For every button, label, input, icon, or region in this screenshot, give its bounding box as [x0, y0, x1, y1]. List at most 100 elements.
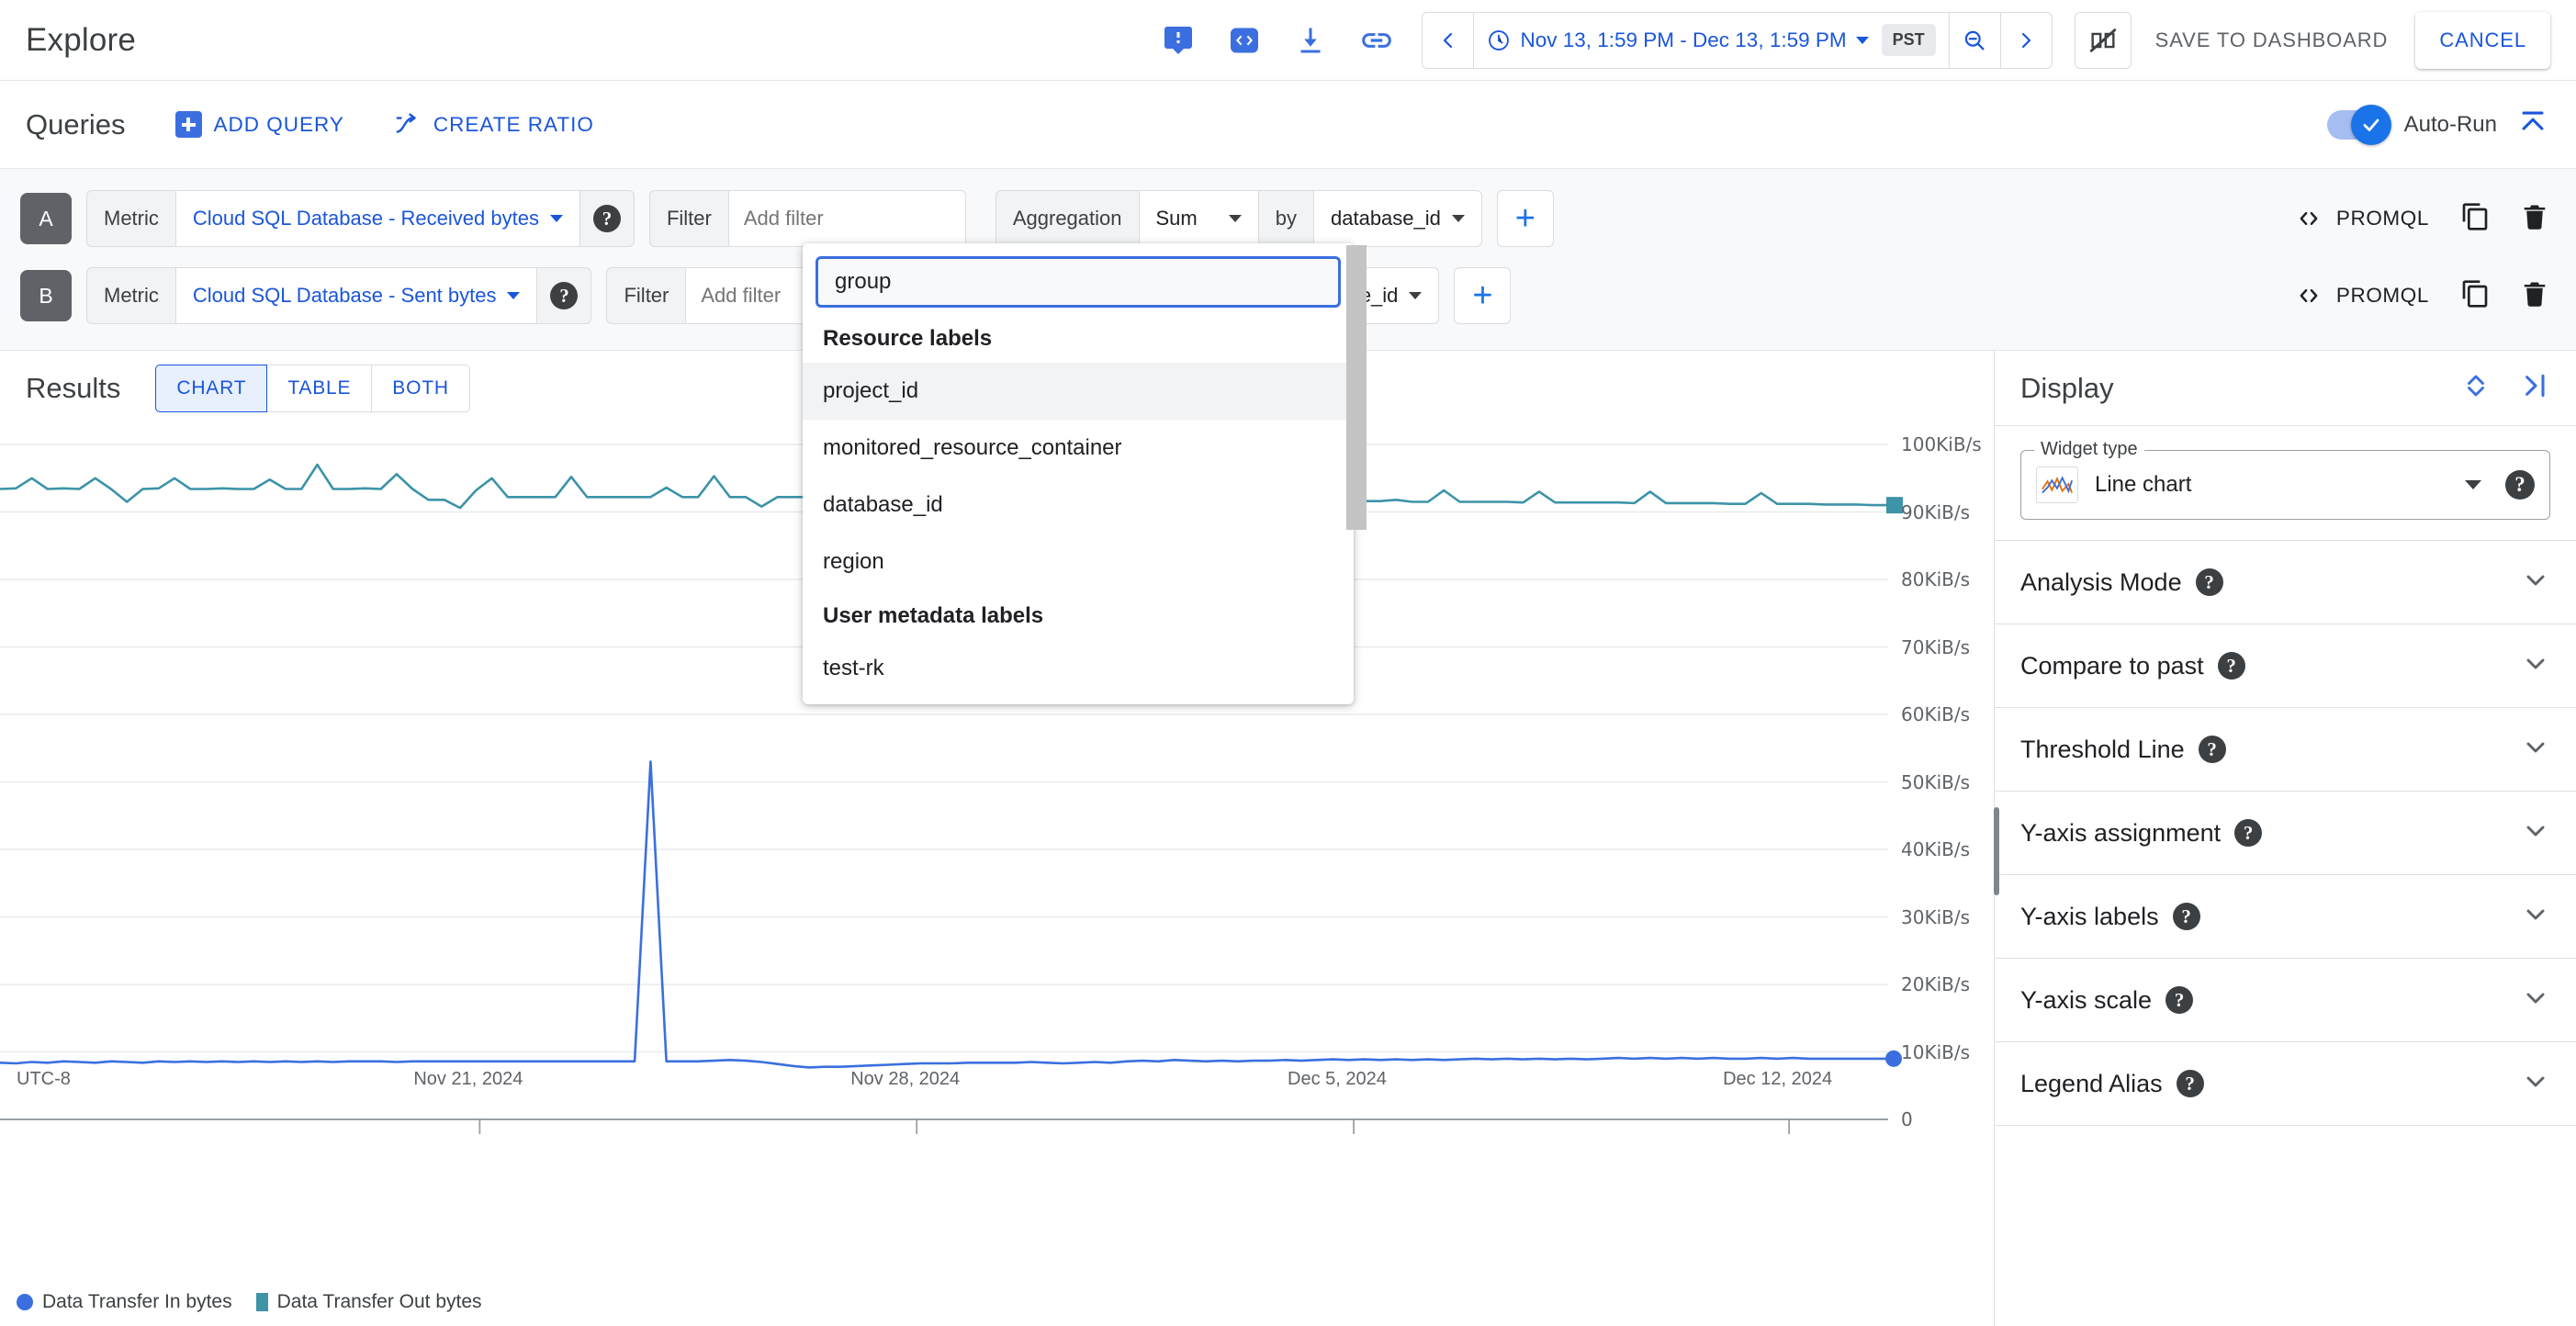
help-icon[interactable]: ?: [592, 205, 621, 232]
promql-button-a[interactable]: PROMQL: [2293, 206, 2429, 231]
topbar-icon-group: [1159, 21, 1396, 60]
filter-dropdown-scrollbar[interactable]: [1346, 245, 1367, 530]
help-icon[interactable]: ?: [2198, 736, 2226, 763]
download-icon[interactable]: [1291, 21, 1330, 60]
legend-item-in[interactable]: Data Transfer In bytes: [17, 1291, 232, 1313]
chevron-down-icon[interactable]: [2521, 983, 2550, 1017]
chevron-down-icon[interactable]: [2521, 816, 2550, 850]
auto-run-toggle[interactable]: [2326, 104, 2391, 145]
disable-sync-icon[interactable]: [2074, 11, 2132, 69]
filter-option-test-rk[interactable]: test-rk: [803, 640, 1354, 697]
help-icon[interactable]: ?: [2217, 652, 2245, 680]
code-brackets-icon: [2300, 211, 2318, 226]
delete-query-icon-a[interactable]: [2521, 202, 2548, 236]
aggregation-select-a[interactable]: Sum: [1139, 190, 1259, 247]
filter-option-project-id[interactable]: project_id: [803, 363, 1354, 420]
query-badge-b[interactable]: B: [20, 270, 72, 321]
queries-title: Queries: [26, 107, 126, 140]
display-section-y-axis-scale[interactable]: Y-axis scale?: [1995, 959, 2576, 1042]
groupby-label-a: by: [1258, 190, 1314, 247]
save-to-dashboard-button[interactable]: SAVE TO DASHBOARD: [2155, 28, 2389, 52]
help-icon[interactable]: ?: [2176, 1070, 2204, 1097]
section-label: Y-axis assignment: [2020, 818, 2222, 847]
close-display-panel-icon[interactable]: [2521, 371, 2550, 405]
delete-query-icon-b[interactable]: [2521, 279, 2548, 313]
chevron-down-icon[interactable]: [2521, 566, 2550, 600]
cancel-button[interactable]: CANCEL: [2415, 11, 2550, 69]
tab-table[interactable]: TABLE: [267, 365, 373, 412]
filter-option-region[interactable]: region: [803, 534, 1354, 590]
display-section-analysis-mode[interactable]: Analysis Mode?: [1995, 541, 2576, 624]
y-tick-label: 0: [1901, 1108, 1913, 1130]
display-scroll-indicator[interactable]: [1994, 807, 1999, 895]
promql-button-b[interactable]: PROMQL: [2293, 283, 2429, 309]
display-section-threshold-line[interactable]: Threshold Line?: [1995, 708, 2576, 792]
filter-autocomplete-value: group: [835, 269, 892, 294]
display-section-y-axis-labels[interactable]: Y-axis labels?: [1995, 875, 2576, 959]
groupby-select-a[interactable]: database_id: [1314, 190, 1482, 247]
top-bar: Explore Nov 13, 1:59 PM - Dec 13, 1:59 P…: [0, 0, 2576, 81]
y-tick-label: 80KiB/s: [1901, 568, 1970, 590]
chevron-down-icon[interactable]: [2521, 649, 2550, 683]
toggle-knob: [2350, 104, 2391, 145]
help-icon[interactable]: ?: [2165, 986, 2194, 1014]
display-section-legend-alias[interactable]: Legend Alias?: [1995, 1042, 2576, 1126]
filter-input-a[interactable]: [728, 190, 966, 247]
filter-autocomplete-input[interactable]: group: [816, 256, 1341, 308]
chevron-down-icon[interactable]: [2521, 1067, 2550, 1101]
x-tick-label: Nov 28, 2024: [850, 1069, 961, 1089]
collapse-queries-icon[interactable]: [2515, 107, 2550, 142]
chart-legend: Data Transfer In bytes Data Transfer Out…: [17, 1291, 482, 1313]
display-section-y-axis-assignment[interactable]: Y-axis assignment?: [1995, 792, 2576, 875]
time-range-next-button[interactable]: [1999, 12, 2052, 68]
filter-option-database-id[interactable]: database_id: [803, 477, 1354, 534]
time-range-picker[interactable]: Nov 13, 1:59 PM - Dec 13, 1:59 PM PST: [1474, 13, 1948, 68]
code-icon[interactable]: [1225, 21, 1264, 60]
results-view-tabs: CHART TABLE BOTH: [155, 365, 470, 412]
metric-select-a[interactable]: Cloud SQL Database - Received bytes: [175, 190, 580, 247]
duplicate-query-icon-a[interactable]: [2460, 202, 2490, 236]
section-label: Analysis Mode: [2020, 567, 2182, 596]
metric-select-b[interactable]: Cloud SQL Database - Sent bytes: [175, 267, 538, 324]
help-icon[interactable]: ?: [2195, 568, 2223, 596]
feedback-icon[interactable]: [1159, 21, 1198, 60]
help-icon[interactable]: ?: [550, 282, 579, 309]
link-icon[interactable]: [1357, 21, 1396, 60]
filter-group-header: User metadata labels: [823, 603, 1044, 628]
query-badge-a[interactable]: A: [20, 193, 72, 244]
create-ratio-button[interactable]: CREATE RATIO: [394, 111, 594, 139]
ratio-icon: [396, 113, 416, 133]
code-brackets-icon: [2300, 288, 2318, 303]
tab-chart[interactable]: CHART: [155, 365, 268, 412]
create-ratio-label: CREATE RATIO: [433, 112, 594, 136]
help-icon[interactable]: ?: [2172, 903, 2200, 930]
add-query-button[interactable]: ADD QUERY: [174, 111, 344, 138]
chevron-down-icon[interactable]: [2521, 733, 2550, 767]
chevron-down-icon: [1409, 292, 1423, 299]
expand-collapse-all-icon[interactable]: [2462, 368, 2490, 408]
add-group-by-button-b[interactable]: +: [1454, 267, 1512, 324]
duplicate-query-icon-b[interactable]: [2460, 279, 2490, 313]
add-query-label: ADD QUERY: [213, 112, 344, 136]
tab-both[interactable]: BOTH: [372, 365, 470, 412]
page-title: Explore: [26, 21, 137, 58]
filter-group-resource-labels: Resource labels project_id monitored_res…: [803, 313, 1354, 590]
widget-type-select[interactable]: Widget type Line chart ?: [2020, 439, 2550, 520]
add-group-by-button-a[interactable]: +: [1496, 190, 1554, 247]
legend-item-out[interactable]: Data Transfer Out bytes: [255, 1291, 482, 1313]
y-tick-label: 20KiB/s: [1901, 973, 1970, 995]
filter-option-monitored-resource-container[interactable]: monitored_resource_container: [803, 420, 1354, 477]
help-icon[interactable]: ?: [2234, 819, 2263, 847]
display-pane: Display Widget type Line chart ? Analysi…: [1994, 351, 2576, 1326]
chevron-down-icon[interactable]: [2521, 900, 2550, 934]
time-range-prev-button[interactable]: [1423, 12, 1475, 68]
timezone-chip[interactable]: PST: [1881, 24, 1936, 56]
metric-help-cell-b: ?: [537, 267, 592, 324]
clock-icon: [1489, 29, 1510, 51]
y-tick-label: 90KiB/s: [1901, 500, 1970, 523]
chevron-down-icon[interactable]: [2465, 480, 2481, 489]
zoom-out-icon[interactable]: [1948, 12, 2000, 68]
y-tick-label: 100KiB/s: [1901, 433, 1982, 455]
display-section-compare-to-past[interactable]: Compare to past?: [1995, 624, 2576, 708]
help-icon[interactable]: ?: [2505, 470, 2535, 500]
